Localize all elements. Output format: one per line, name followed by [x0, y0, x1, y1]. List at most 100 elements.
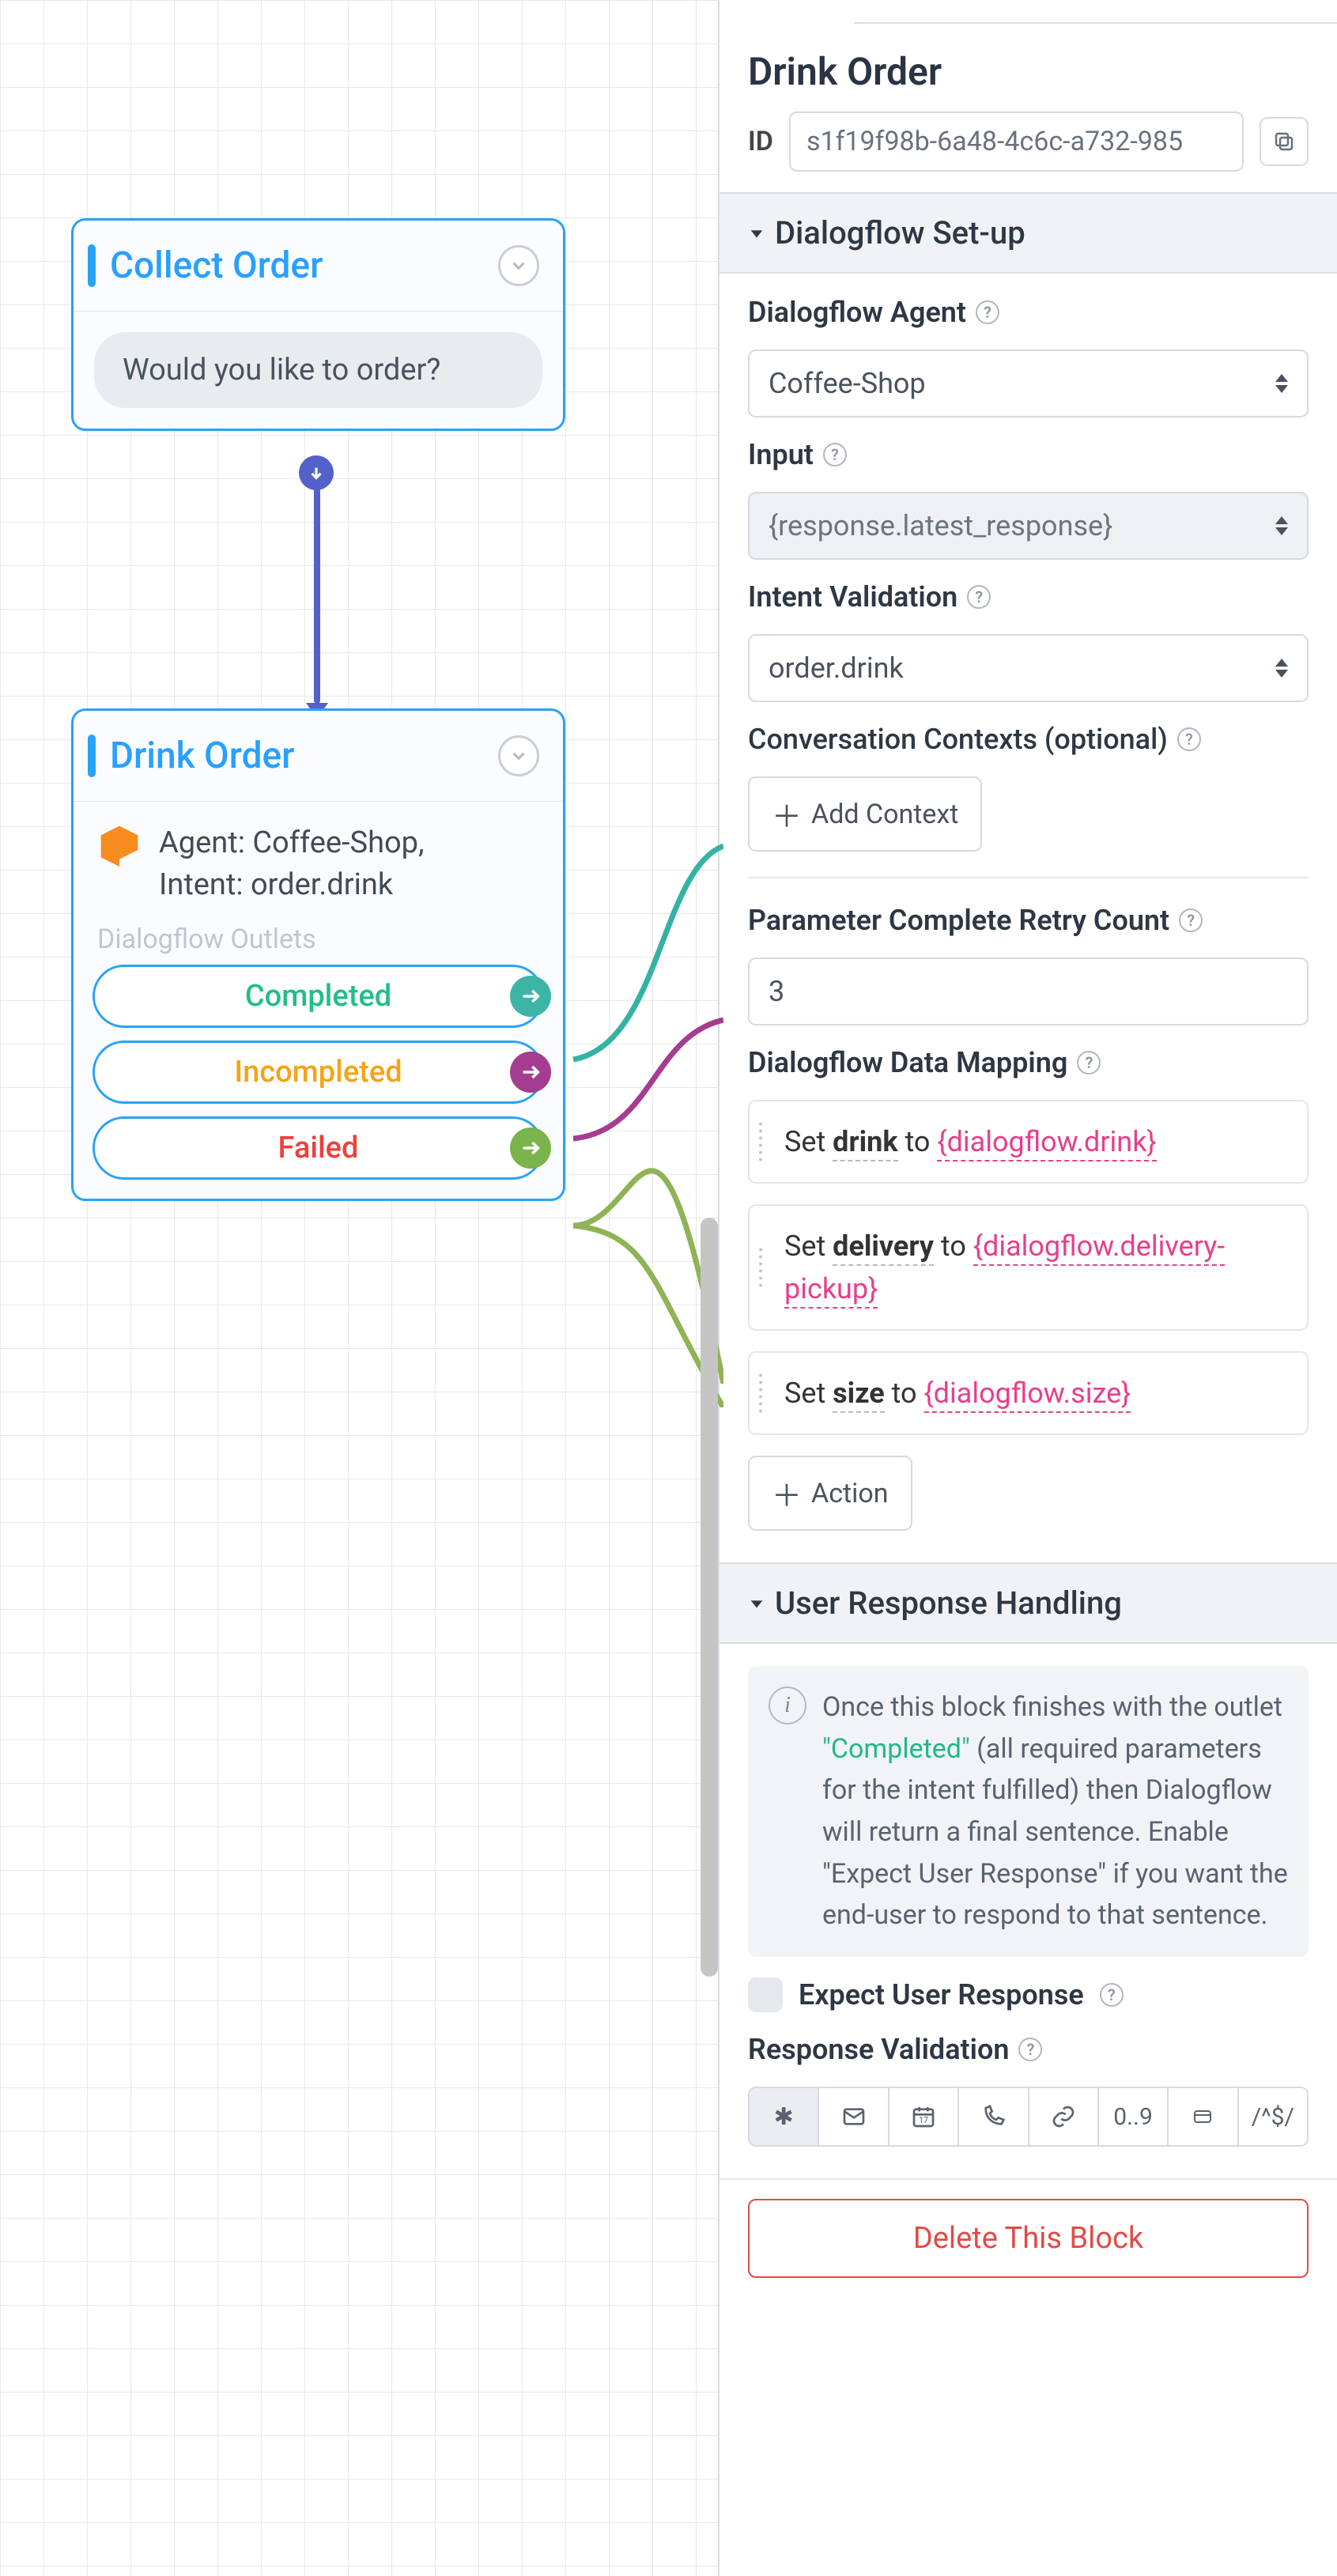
- outlet-handle[interactable]: [510, 1127, 551, 1169]
- validation-number-button[interactable]: 0..9: [1099, 2088, 1169, 2145]
- section-user-response-handling[interactable]: User Response Handling: [719, 1562, 1337, 1644]
- phone-icon: [980, 2104, 1006, 2129]
- help-icon[interactable]: ?: [1179, 908, 1203, 932]
- plus-icon: ＋: [772, 792, 802, 836]
- plus-icon: ＋: [772, 1471, 802, 1515]
- outlet-failed[interactable]: Failed: [93, 1116, 544, 1180]
- panel-title: Drink Order: [748, 49, 1309, 94]
- caret-down-icon: [748, 1595, 765, 1612]
- outlet-label: Completed: [245, 979, 391, 1014]
- label-dialogflow-agent: Dialogflow Agent?: [748, 296, 1309, 329]
- drag-handle-icon[interactable]: [759, 1248, 762, 1287]
- help-icon[interactable]: ?: [1100, 1983, 1124, 2007]
- validation-toolbar: ✱ 17 0..9 /^$/: [748, 2087, 1309, 2147]
- label-input: Input?: [748, 438, 1309, 471]
- input-retry-count[interactable]: 3: [748, 958, 1309, 1025]
- section-dialogflow-setup[interactable]: Dialogflow Set-up: [719, 192, 1337, 274]
- add-context-button[interactable]: ＋ Add Context: [748, 776, 982, 852]
- section-body-response: i Once this block finishes with the outl…: [719, 1644, 1337, 2178]
- help-icon[interactable]: ?: [967, 585, 991, 609]
- id-field[interactable]: s1f19f98b-6a48-4c6c-a732-985: [789, 111, 1244, 172]
- flow-canvas[interactable]: Collect Order Would you like to order? D…: [0, 0, 718, 2576]
- info-icon: i: [769, 1686, 806, 1724]
- outlet-incompleted[interactable]: Incompleted: [93, 1041, 544, 1104]
- select-dialogflow-agent[interactable]: Coffee-Shop: [748, 349, 1309, 417]
- help-icon[interactable]: ?: [1177, 727, 1201, 751]
- select-caret-icon: [1275, 659, 1288, 678]
- email-icon: [841, 2104, 867, 2129]
- prompt-bubble: Would you like to order?: [94, 332, 542, 408]
- validation-phone-button[interactable]: [959, 2088, 1029, 2145]
- select-value: Coffee-Shop: [769, 367, 926, 400]
- select-caret-icon: [1275, 516, 1288, 535]
- label-data-mapping: Dialogflow Data Mapping?: [748, 1046, 1309, 1079]
- validation-regex-button[interactable]: /^$/: [1239, 2088, 1307, 2145]
- edge-failed-down: [565, 1012, 723, 1407]
- help-icon[interactable]: ?: [976, 300, 999, 324]
- button-label: Action: [811, 1478, 889, 1509]
- input-value: 3: [769, 975, 784, 1008]
- button-label: Add Context: [811, 799, 958, 830]
- collapse-toggle[interactable]: [498, 245, 539, 286]
- label-conversation-contexts: Conversation Contexts (optional)?: [748, 723, 1309, 756]
- outlet-handle[interactable]: [510, 1052, 551, 1093]
- svg-text:17: 17: [919, 2115, 928, 2125]
- help-icon[interactable]: ?: [823, 443, 847, 466]
- node-info: Agent: Coffee-Shop, Intent: order.drink: [74, 802, 563, 924]
- node-header[interactable]: Drink Order: [74, 711, 563, 802]
- node-header[interactable]: Collect Order: [74, 221, 563, 312]
- node-accent-bar: [88, 735, 96, 777]
- select-intent-validation[interactable]: order.drink: [748, 634, 1309, 702]
- mapping-text: Set delivery to {dialogflow.delivery-pic…: [784, 1225, 1288, 1310]
- outlet-handle[interactable]: [510, 976, 551, 1017]
- id-label: ID: [748, 126, 773, 157]
- expect-user-response-row[interactable]: Expect User Response ?: [748, 1977, 1309, 2012]
- connector-arrowhead: [306, 693, 328, 708]
- validation-url-button[interactable]: [1029, 2088, 1099, 2145]
- mapping-text: Set size to {dialogflow.size}: [784, 1372, 1131, 1415]
- drag-handle-icon[interactable]: [759, 1374, 762, 1413]
- info-box: i Once this block finishes with the outl…: [748, 1666, 1309, 1957]
- edge-failed: [565, 1020, 723, 1384]
- add-action-button[interactable]: ＋ Action: [748, 1456, 912, 1531]
- number-label: 0..9: [1113, 2103, 1153, 2131]
- outlets-label: Dialogflow Outlets: [74, 924, 563, 965]
- outlet-completed[interactable]: Completed: [93, 965, 544, 1028]
- mapping-row[interactable]: Set size to {dialogflow.size}: [748, 1351, 1309, 1435]
- collapse-toggle[interactable]: [498, 735, 539, 776]
- validation-date-button[interactable]: 17: [889, 2088, 959, 2145]
- calendar-icon: 17: [911, 2104, 936, 2129]
- validation-email-button[interactable]: [819, 2088, 889, 2145]
- caret-down-icon: [748, 225, 765, 242]
- regex-label: /^$/: [1252, 2103, 1294, 2131]
- copy-id-button[interactable]: [1260, 117, 1309, 166]
- node-drink-order[interactable]: Drink Order Agent: Coffee-Shop, Intent: …: [71, 708, 565, 1201]
- link-icon: [1051, 2104, 1076, 2129]
- asterisk-icon: ✱: [774, 2103, 794, 2131]
- divider: [748, 877, 1309, 878]
- help-icon[interactable]: ?: [1018, 2038, 1042, 2061]
- agent-label: Agent: Coffee-Shop,: [159, 822, 425, 864]
- select-value: order.drink: [769, 652, 904, 685]
- mapping-row[interactable]: Set drink to {dialogflow.drink}: [748, 1100, 1309, 1184]
- label-response-validation: Response Validation?: [748, 2033, 1309, 2066]
- section-title: Dialogflow Set-up: [775, 214, 1025, 251]
- validation-any-button[interactable]: ✱: [750, 2088, 819, 2145]
- outlet-label: Incompleted: [234, 1055, 402, 1090]
- canvas-scrollbar[interactable]: [701, 1218, 718, 1977]
- validation-card-button[interactable]: [1169, 2088, 1238, 2145]
- drag-handle-icon[interactable]: [759, 1123, 762, 1161]
- info-text: Once this block finishes with the outlet…: [822, 1686, 1288, 1936]
- expect-user-response-checkbox[interactable]: [748, 1977, 783, 2012]
- select-caret-icon: [1275, 374, 1288, 393]
- mapping-row[interactable]: Set delivery to {dialogflow.delivery-pic…: [748, 1204, 1309, 1331]
- node-title: Collect Order: [110, 244, 323, 287]
- checkbox-label: Expect User Response: [799, 1978, 1084, 2011]
- edge-completed: [565, 838, 723, 1123]
- select-input[interactable]: {response.latest_response}: [748, 492, 1309, 560]
- node-collect-order[interactable]: Collect Order Would you like to order?: [71, 218, 565, 431]
- help-icon[interactable]: ?: [1077, 1051, 1101, 1075]
- card-icon: [1189, 2107, 1216, 2126]
- delete-block-button[interactable]: Delete This Block: [748, 2199, 1309, 2278]
- node-body: Would you like to order?: [74, 312, 563, 429]
